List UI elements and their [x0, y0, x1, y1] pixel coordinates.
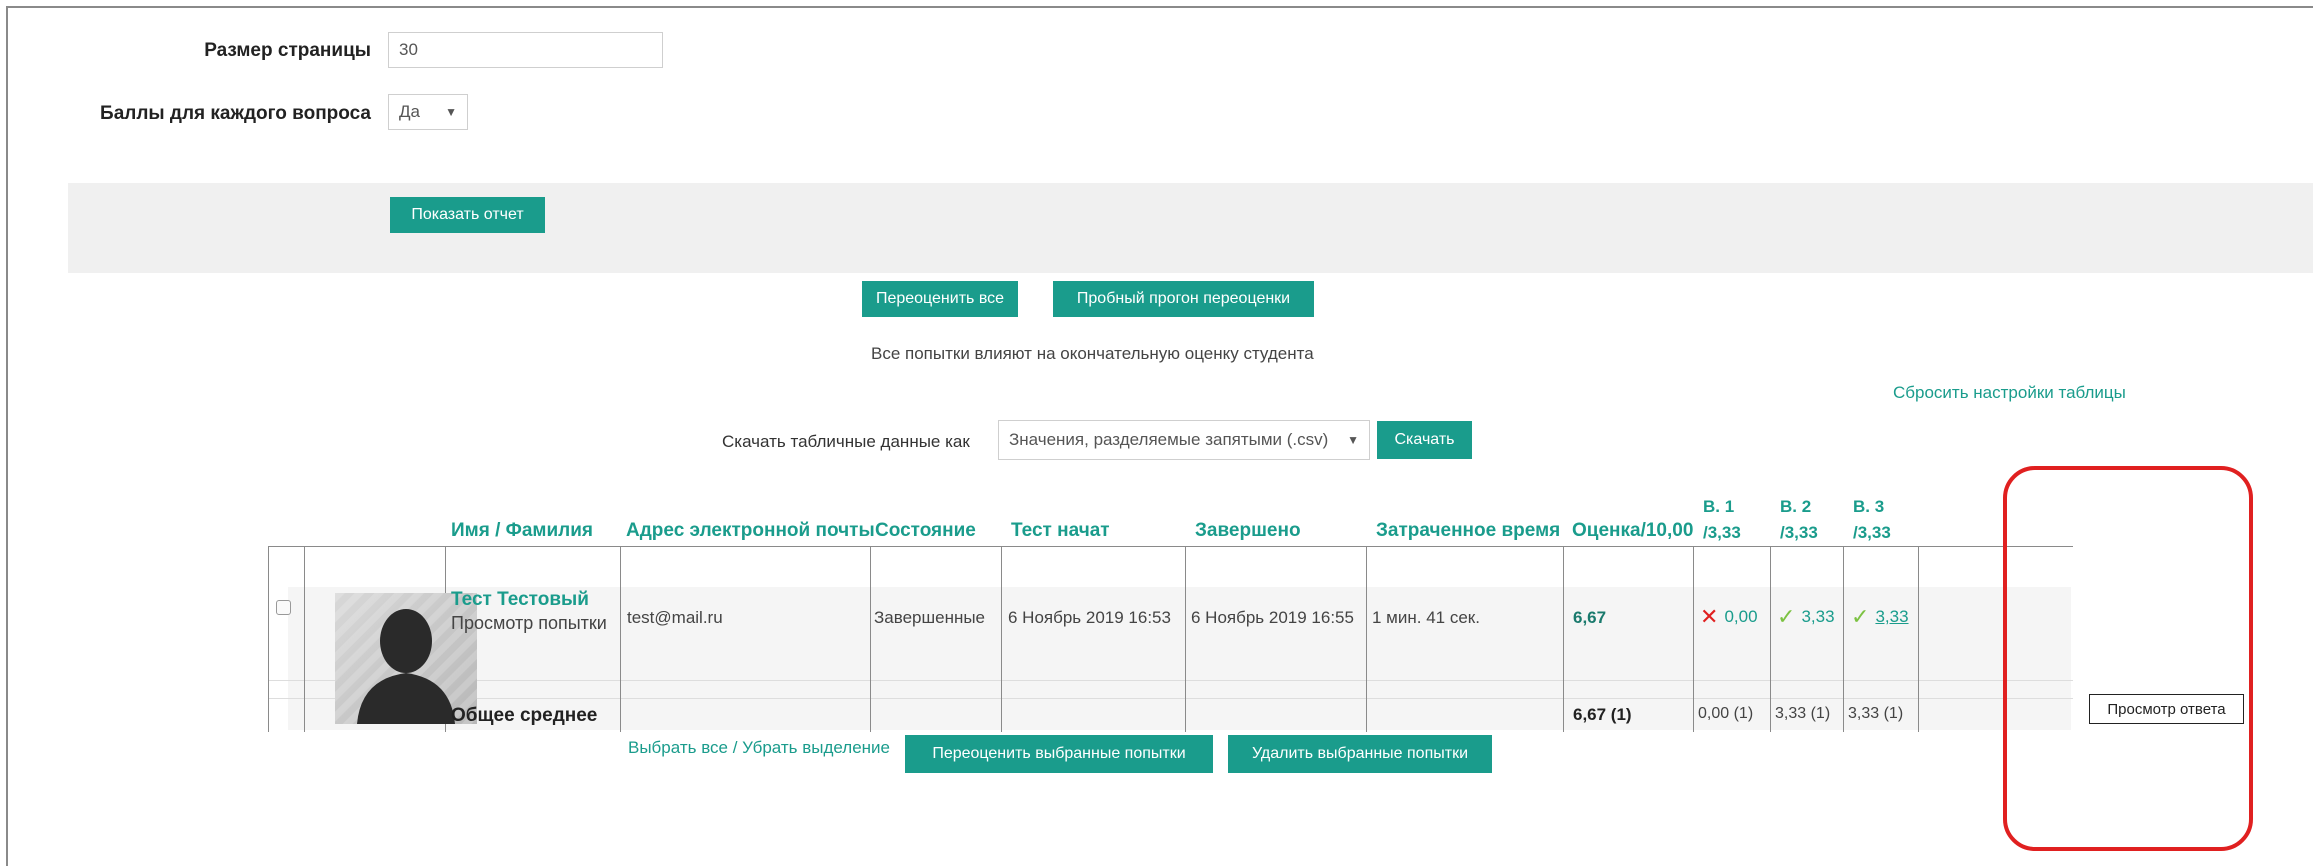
q2-cell[interactable]: ✓ 3,33: [1777, 604, 1835, 630]
q1-cell[interactable]: ✕ 0,00: [1700, 604, 1758, 630]
col-email-header[interactable]: Адрес электронной почты: [626, 518, 875, 544]
review-attempt-link[interactable]: Просмотр попытки: [451, 613, 607, 634]
row-top-border: [268, 546, 2073, 547]
col-divider: [870, 546, 871, 732]
page-size-input[interactable]: 30: [388, 32, 663, 68]
dry-run-regrade-button[interactable]: Пробный прогон переоценки: [1053, 281, 1314, 317]
col-q3-header[interactable]: В. 3 /3,33: [1853, 494, 1891, 546]
highlight-annotation: [2003, 466, 2253, 851]
delete-selected-button[interactable]: Удалить выбранные попытки: [1228, 735, 1492, 773]
col-q1-max: /3,33: [1703, 523, 1741, 542]
download-format-value: Значения, разделяемые запятыми (.csv): [1009, 430, 1329, 449]
review-answer-tooltip: Просмотр ответа: [2089, 694, 2244, 724]
overall-average-label: Общее среднее: [451, 705, 598, 726]
state-cell: Завершенные: [874, 608, 986, 627]
avg-grade-cell: 6,67 (1): [1573, 705, 1632, 724]
col-finished-header[interactable]: Завершено: [1195, 518, 1301, 544]
marks-per-question-select[interactable]: Да ▼: [388, 94, 468, 130]
q3-score: 3,33: [1875, 607, 1909, 626]
avg-q2-cell: 3,33 (1): [1775, 705, 1831, 722]
started-cell: 6 Ноябрь 2019 16:53: [1008, 608, 1171, 627]
marks-per-question-value: Да: [399, 102, 420, 121]
col-divider: [1366, 546, 1367, 732]
row-select-checkbox[interactable]: [276, 600, 291, 615]
finished-cell: 6 Ноябрь 2019 16:55: [1191, 608, 1354, 627]
download-button[interactable]: Скачать: [1377, 421, 1472, 459]
col-q3-max: /3,33: [1853, 523, 1891, 542]
q2-score: 3,33: [1801, 607, 1835, 626]
col-q3-number: В. 3: [1853, 497, 1885, 516]
page-size-label: Размер страницы: [204, 40, 371, 61]
col-q1-number: В. 1: [1703, 497, 1735, 516]
col-divider: [1843, 546, 1844, 732]
col-name-header[interactable]: Имя / Фамилия: [451, 518, 593, 544]
marks-per-question-label: Баллы для каждого вопроса: [100, 103, 371, 124]
cross-icon: ✕: [1700, 604, 1719, 629]
regrade-all-button[interactable]: Переоценить все: [862, 281, 1018, 317]
col-q2-max: /3,33: [1780, 523, 1818, 542]
col-divider: [1563, 546, 1564, 732]
col-started-header[interactable]: Тест начат: [1011, 518, 1110, 544]
col-state-header[interactable]: Состояние: [875, 518, 976, 544]
student-name-link[interactable]: Тест Тестовый: [451, 589, 589, 611]
q1-score: 0,00: [1724, 607, 1758, 626]
time-cell: 1 мин. 41 сек.: [1372, 608, 1480, 627]
q3-cell[interactable]: ✓ 3,33: [1851, 604, 1909, 630]
col-time-header[interactable]: Затраченное время: [1376, 518, 1560, 544]
chevron-down-icon: ▼: [445, 105, 457, 119]
col-divider: [1185, 546, 1186, 732]
col-q2-number: В. 2: [1780, 497, 1812, 516]
col-divider: [268, 546, 269, 732]
col-divider: [1770, 546, 1771, 732]
download-format-select[interactable]: Значения, разделяемые запятыми (.csv) ▼: [998, 420, 1370, 460]
reset-table-link[interactable]: Сбросить настройки таблицы: [1893, 383, 2126, 403]
col-divider: [1693, 546, 1694, 732]
col-divider: [620, 546, 621, 732]
chevron-down-icon: ▼: [1347, 433, 1359, 447]
download-label: Скачать табличные данные как: [722, 432, 970, 451]
col-divider: [304, 546, 305, 732]
avg-q3-cell: 3,33 (1): [1848, 705, 1904, 722]
regrade-selected-button[interactable]: Переоценить выбранные попытки: [905, 735, 1213, 773]
col-q1-header[interactable]: В. 1 /3,33: [1703, 494, 1741, 546]
check-icon: ✓: [1777, 604, 1796, 629]
col-q2-header[interactable]: В. 2 /3,33: [1780, 494, 1818, 546]
show-report-button[interactable]: Показать отчет: [390, 197, 545, 233]
row-bottom-border: [268, 680, 2073, 681]
grade-link[interactable]: 6,67: [1573, 608, 1606, 628]
avg-top-border: [268, 698, 2073, 699]
page-size-value: 30: [399, 40, 418, 59]
check-icon: ✓: [1851, 604, 1870, 629]
email-cell: test@mail.ru: [627, 608, 723, 627]
col-divider: [1001, 546, 1002, 732]
grading-method-note: Все попытки влияют на окончательную оцен…: [871, 344, 1314, 363]
select-all-link[interactable]: Выбрать все / Убрать выделение: [628, 738, 890, 758]
col-grade-header[interactable]: Оценка/10,00: [1572, 518, 1693, 544]
col-divider: [1918, 546, 1919, 732]
avg-q1-cell: 0,00 (1): [1698, 705, 1754, 722]
